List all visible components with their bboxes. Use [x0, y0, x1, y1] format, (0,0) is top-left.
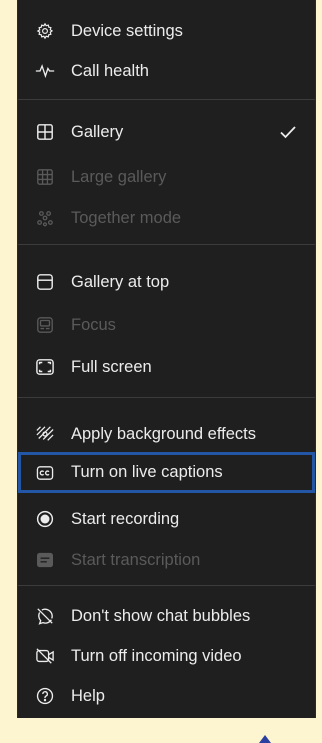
menu-item-label: Help [71, 686, 105, 705]
menu-divider [18, 397, 315, 398]
menu-item-label: Start transcription [71, 550, 201, 569]
menu-item-turn-off-incoming-video[interactable]: Turn off incoming video [18, 639, 315, 673]
help-icon [35, 686, 55, 706]
gallery-top-icon [35, 272, 55, 292]
menu-item-focus: Focus [18, 308, 315, 342]
menu-item-start-recording[interactable]: Start recording [18, 502, 315, 536]
menu-item-label: Turn off incoming video [71, 646, 242, 665]
menu-divider [18, 99, 315, 100]
menu-item-label: Gallery [71, 122, 124, 141]
menu-item-dont-show-chat-bubbles[interactable]: Don't show chat bubbles [18, 599, 315, 633]
menu-pointer-arrow [259, 735, 271, 743]
menu-divider [18, 244, 315, 245]
full-screen-icon [35, 357, 55, 377]
menu-item-full-screen[interactable]: Full screen [18, 350, 315, 384]
menu-item-label: Large gallery [71, 167, 167, 186]
menu-item-label: Don't show chat bubbles [71, 606, 251, 625]
menu-item-gallery[interactable]: Gallery [18, 115, 315, 149]
chat-bubbles-off-icon [35, 606, 55, 626]
grid-icon [35, 122, 55, 142]
menu-item-label: Device settings [71, 21, 183, 40]
menu-item-apply-background-effects[interactable]: Apply background effects [18, 417, 315, 451]
closed-captions-icon [35, 463, 55, 483]
menu-item-label: Start recording [71, 509, 180, 528]
record-icon [35, 509, 55, 529]
focus-icon [35, 315, 55, 335]
menu-item-device-settings[interactable]: Device settings [18, 14, 315, 48]
menu-item-start-transcription: Start transcription [18, 543, 315, 577]
video-off-icon [35, 646, 55, 666]
menu-item-label: Focus [71, 315, 116, 334]
menu-item-call-health[interactable]: Call health [18, 54, 315, 88]
gear-icon [35, 21, 55, 41]
menu-item-label: Gallery at top [71, 272, 170, 291]
more-actions-menu: Device settings Call health Gallery Larg… [17, 0, 316, 718]
menu-item-label: Full screen [71, 357, 152, 376]
transcript-icon [35, 550, 55, 570]
menu-item-label: Turn on live captions [71, 463, 223, 481]
background-effects-icon [35, 424, 55, 444]
menu-item-gallery-at-top[interactable]: Gallery at top [18, 265, 315, 299]
large-grid-icon [35, 167, 55, 187]
checkmark-icon [278, 122, 298, 142]
menu-item-together-mode: Together mode [18, 201, 315, 235]
menu-item-label: Call health [71, 61, 149, 80]
menu-divider [18, 585, 315, 586]
menu-item-large-gallery: Large gallery [18, 160, 315, 194]
menu-item-help[interactable]: Help [18, 679, 315, 713]
menu-item-label: Together mode [71, 208, 182, 227]
people-group-icon [35, 208, 55, 228]
menu-item-label: Apply background effects [71, 424, 256, 443]
menu-item-turn-on-live-captions[interactable]: Turn on live captions [18, 452, 315, 493]
pulse-icon [35, 61, 55, 81]
